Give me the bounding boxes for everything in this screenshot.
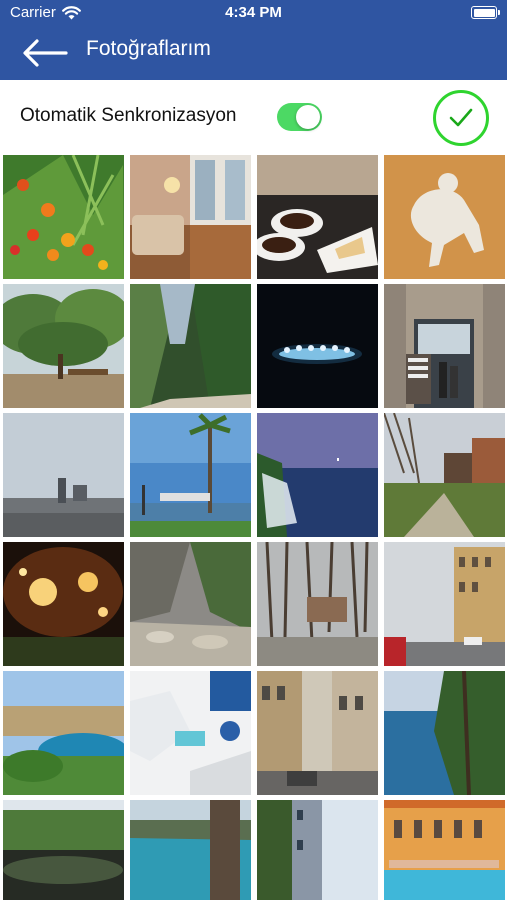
status-bar: Carrier 4:34 PM [0, 0, 507, 26]
status-time: 4:34 PM [225, 4, 282, 21]
photo-thumbnail[interactable] [384, 155, 505, 279]
photo-thumbnail[interactable] [384, 413, 505, 537]
photo-thumbnail[interactable] [257, 542, 378, 666]
photo-thumbnail[interactable] [257, 284, 378, 408]
photo-thumbnail[interactable] [3, 155, 124, 279]
photo-grid [0, 155, 507, 900]
photo-thumbnail[interactable] [257, 671, 378, 795]
status-right [471, 6, 500, 19]
photo-thumbnail[interactable] [130, 671, 251, 795]
nav-bar: Fotoğraflarım [0, 26, 507, 80]
photo-thumbnail[interactable] [384, 671, 505, 795]
photo-thumbnail[interactable] [3, 671, 124, 795]
checkmark-icon [449, 108, 473, 127]
photo-thumbnail[interactable] [3, 413, 124, 537]
photo-thumbnail[interactable] [130, 155, 251, 279]
photo-thumbnail[interactable] [257, 413, 378, 537]
photo-thumbnail[interactable] [130, 413, 251, 537]
sync-label: Otomatik Senkronizasyon [20, 105, 237, 126]
app-header: Carrier 4:34 PM Fotoğraflarım [0, 0, 507, 80]
photo-thumbnail[interactable] [384, 542, 505, 666]
photo-thumbnail[interactable] [384, 800, 505, 900]
photo-thumbnail[interactable] [130, 800, 251, 900]
photo-thumbnail[interactable] [257, 800, 378, 900]
toggle-knob [296, 105, 320, 129]
photo-thumbnail[interactable] [384, 284, 505, 408]
sync-row: Otomatik Senkronizasyon [0, 80, 507, 154]
photo-thumbnail[interactable] [130, 284, 251, 408]
auto-sync-toggle[interactable] [277, 103, 322, 131]
photo-thumbnail[interactable] [3, 800, 124, 900]
confirm-button[interactable] [433, 90, 489, 146]
photo-thumbnail[interactable] [130, 542, 251, 666]
back-button[interactable] [20, 36, 70, 70]
page-title: Fotoğraflarım [86, 37, 211, 60]
arrow-left-icon [23, 39, 68, 67]
photo-thumbnail[interactable] [257, 155, 378, 279]
photo-thumbnail[interactable] [3, 284, 124, 408]
photo-thumbnail[interactable] [3, 542, 124, 666]
battery-icon [471, 6, 500, 19]
